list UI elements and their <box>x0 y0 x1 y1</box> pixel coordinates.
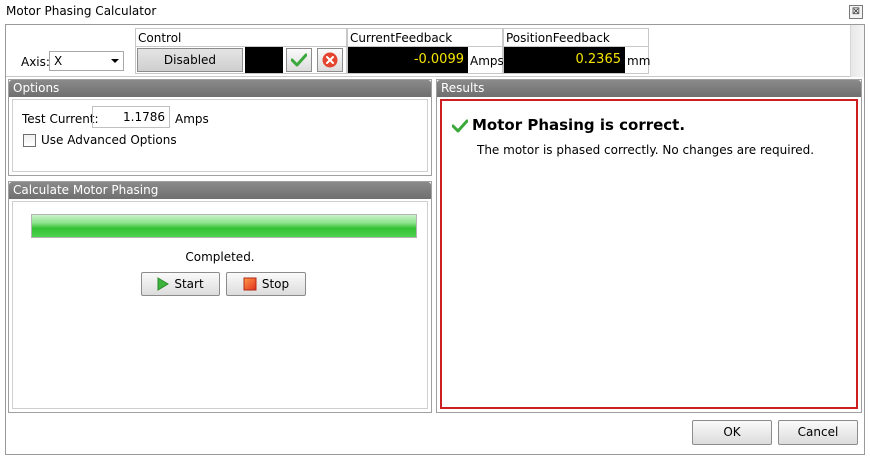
position-feedback-unit: mm <box>627 54 651 68</box>
results-panel: Results Motor Phasing is correct. The mo… <box>436 79 862 413</box>
control-state-button[interactable]: Disabled <box>137 48 243 72</box>
options-header: Options <box>9 80 431 97</box>
calculate-body: Completed. Start Stop <box>12 201 428 409</box>
control-header: Control <box>135 28 347 46</box>
strip-scrollbar[interactable] <box>850 25 864 77</box>
results-message: The motor is phased correctly. No change… <box>477 143 815 157</box>
stop-icon <box>243 277 257 291</box>
current-feedback-value: -0.0099 <box>348 47 468 73</box>
test-current-input[interactable]: 1.1786 <box>92 106 170 128</box>
axis-label: Axis: <box>21 55 50 69</box>
options-panel: Options Test Current: 1.1786 Amps Use Ad… <box>8 79 432 176</box>
cancel-icon <box>322 52 338 68</box>
phasing-progress-bar <box>31 214 417 238</box>
cancel-button[interactable]: Cancel <box>778 420 858 445</box>
axis-selected-value: X <box>54 54 63 68</box>
stop-button[interactable]: Stop <box>226 272 306 296</box>
window-title: Motor Phasing Calculator <box>6 4 157 18</box>
position-feedback-header: PositionFeedback <box>503 28 649 46</box>
test-current-label: Test Current: <box>22 112 99 126</box>
results-title: Motor Phasing is correct. <box>472 116 686 134</box>
current-feedback-header: CurrentFeedback <box>347 28 503 46</box>
start-button-label: Start <box>174 277 204 291</box>
close-icon[interactable]: ⊠ <box>849 5 863 19</box>
control-indicator <box>245 47 283 73</box>
results-header: Results <box>437 80 861 97</box>
play-icon <box>157 277 170 291</box>
calculate-header: Calculate Motor Phasing <box>9 182 431 199</box>
phasing-progress-fill <box>32 215 416 237</box>
control-strip: Axis: X Control Disabled CurrentFeedback… <box>6 25 864 77</box>
disable-button[interactable] <box>317 48 343 72</box>
stop-button-label: Stop <box>261 277 290 291</box>
success-check-icon <box>452 119 468 133</box>
calculate-panel: Calculate Motor Phasing Completed. Start <box>8 181 432 413</box>
motor-phasing-window: Motor Phasing Calculator ⊠ Axis: X Contr… <box>0 0 870 459</box>
options-body: Test Current: 1.1786 Amps Use Advanced O… <box>12 99 428 172</box>
check-icon <box>291 53 307 67</box>
advanced-options-label[interactable]: Use Advanced Options <box>41 133 177 147</box>
dialog-content: Axis: X Control Disabled CurrentFeedback… <box>5 24 865 455</box>
enable-button[interactable] <box>286 48 312 72</box>
axis-select[interactable]: X <box>49 51 124 71</box>
chevron-down-icon <box>111 59 119 63</box>
results-body: Motor Phasing is correct. The motor is p… <box>440 99 858 409</box>
phasing-status: Completed. <box>185 250 255 264</box>
start-button[interactable]: Start <box>141 272 220 296</box>
test-current-unit: Amps <box>175 112 209 126</box>
title-bar: Motor Phasing Calculator ⊠ <box>0 0 870 24</box>
position-feedback-value: 0.2365 <box>504 47 625 73</box>
advanced-options-checkbox[interactable] <box>23 134 36 147</box>
current-feedback-unit: Amps <box>470 54 504 68</box>
ok-button[interactable]: OK <box>692 420 772 445</box>
